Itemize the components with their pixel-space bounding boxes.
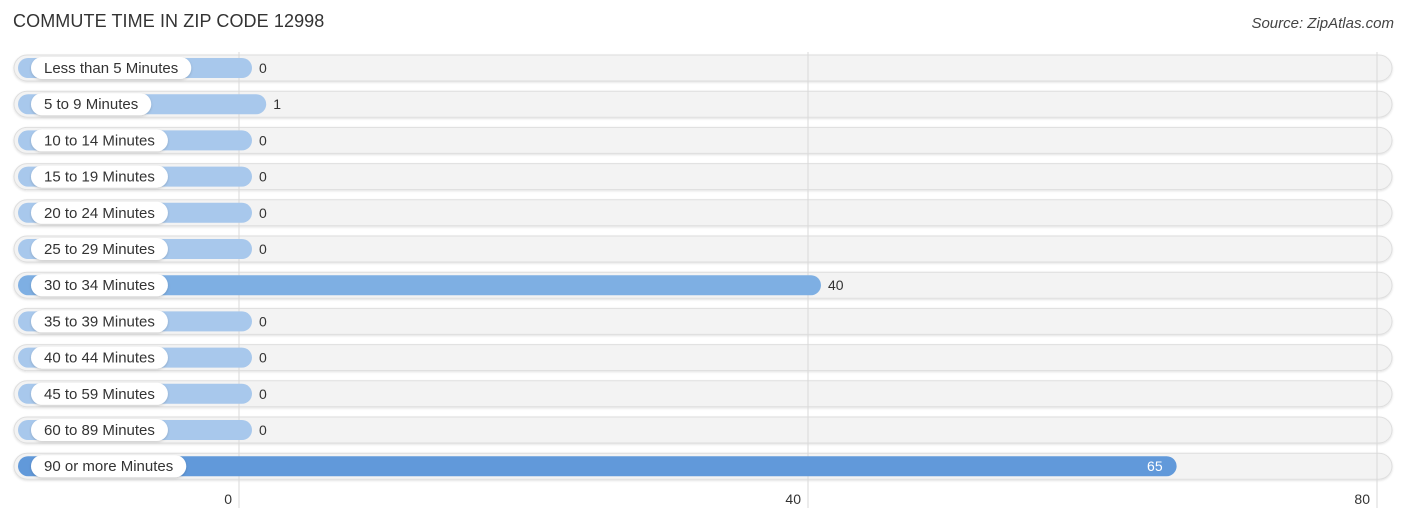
bar-row: 40 to 44 Minutes 0 xyxy=(18,346,267,369)
value-label: 0 xyxy=(259,350,267,366)
value-label: 65 xyxy=(1147,458,1163,474)
bar-row: 20 to 24 Minutes 0 xyxy=(18,201,267,224)
value-label: 0 xyxy=(259,60,267,76)
value-label: 0 xyxy=(259,313,267,329)
bar-row: 60 to 89 Minutes 0 xyxy=(18,419,267,441)
bar-row: 90 or more Minutes 65 xyxy=(18,455,1177,478)
category-label: 40 to 44 Minutes xyxy=(44,350,155,367)
bar-chart: Less than 5 Minutes 0 5 to 9 Minutes 1 10 to… xyxy=(13,52,1393,508)
bar xyxy=(18,456,1177,477)
x-axis: 0 40 80 xyxy=(224,491,1370,507)
category-label: 10 to 14 Minutes xyxy=(44,132,155,149)
category-label: 90 or more Minutes xyxy=(44,458,173,475)
value-label: 1 xyxy=(273,96,281,112)
bar-row: Less than 5 Minutes 0 xyxy=(18,57,267,79)
bar-row: 10 to 14 Minutes 0 xyxy=(18,129,267,152)
category-label: 60 to 89 Minutes xyxy=(44,422,155,439)
category-label: 25 to 29 Minutes xyxy=(44,241,155,258)
category-label: 45 to 59 Minutes xyxy=(44,386,155,403)
bars: Less than 5 Minutes 0 5 to 9 Minutes 1 10 to… xyxy=(18,57,1177,478)
category-label: 5 to 9 Minutes xyxy=(44,96,138,113)
value-label: 0 xyxy=(259,205,267,221)
x-tick-label: 40 xyxy=(785,491,801,507)
value-label: 0 xyxy=(259,422,267,438)
category-label: 35 to 39 Minutes xyxy=(44,313,155,330)
category-label: 30 to 34 Minutes xyxy=(44,277,155,294)
bar-row: 15 to 19 Minutes 0 xyxy=(18,165,267,188)
value-label: 0 xyxy=(259,169,267,185)
value-label: 40 xyxy=(828,277,844,293)
bar-row: 30 to 34 Minutes 40 xyxy=(18,274,844,297)
category-label: 15 to 19 Minutes xyxy=(44,169,155,186)
bar-row: 25 to 29 Minutes 0 xyxy=(18,238,267,260)
value-label: 0 xyxy=(259,132,267,148)
value-label: 0 xyxy=(259,241,267,257)
bar-row: 45 to 59 Minutes 0 xyxy=(18,382,267,405)
bar-row: 35 to 39 Minutes 0 xyxy=(18,310,267,333)
value-label: 0 xyxy=(259,386,267,402)
category-label: Less than 5 Minutes xyxy=(44,60,178,77)
x-tick-label: 0 xyxy=(224,491,232,507)
bar-row: 5 to 9 Minutes 1 xyxy=(18,93,281,116)
x-tick-label: 80 xyxy=(1354,491,1370,507)
category-label: 20 to 24 Minutes xyxy=(44,205,155,222)
row-tracks xyxy=(13,54,1393,480)
